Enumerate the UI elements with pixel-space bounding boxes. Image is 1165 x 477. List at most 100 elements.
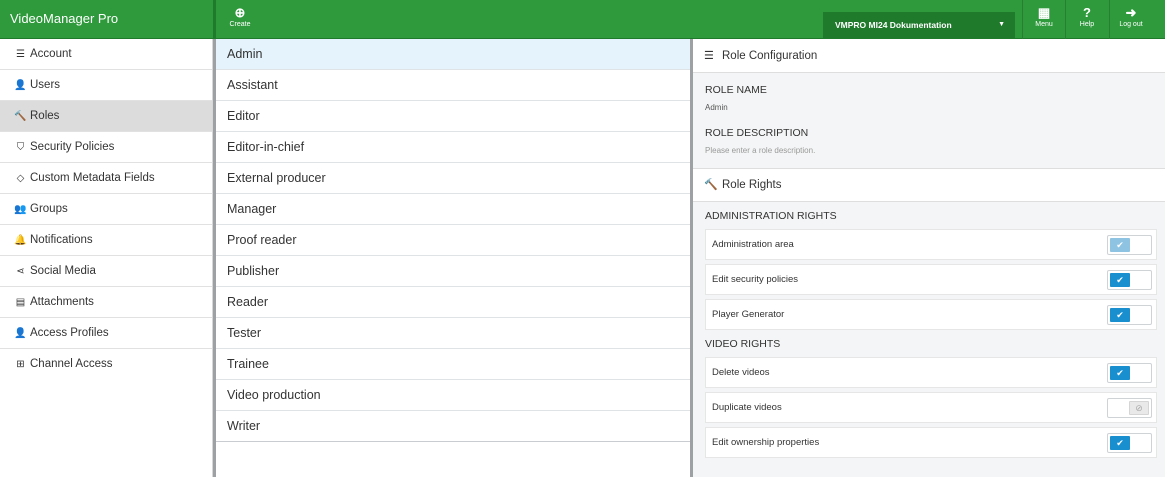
sidebar-item-custom-metadata-fields[interactable]: ◇ Custom Metadata Fields bbox=[0, 163, 212, 194]
sidebar-item-users[interactable]: 👤 Users bbox=[0, 70, 212, 101]
role-list-item[interactable]: External producer bbox=[216, 163, 690, 194]
role-list: Admin Assistant Editor Editor-in-chief E… bbox=[216, 39, 690, 477]
create-button[interactable]: ⊕ Create bbox=[228, 4, 252, 34]
video-rights-label: VIDEO RIGHTS bbox=[705, 338, 781, 350]
sidebar-item-label: Channel Access bbox=[30, 358, 113, 370]
sidebar-item-access-profiles[interactable]: 👤 Access Profiles bbox=[0, 318, 212, 349]
check-icon: ✔ bbox=[1110, 366, 1130, 380]
create-label: Create bbox=[229, 21, 251, 28]
settings-sidebar: ☰ Account 👤 Users 🔨 Roles ⛉ Security Policie… bbox=[0, 39, 213, 477]
gavel-icon: 🔨 bbox=[704, 179, 718, 191]
sidebar-item-groups[interactable]: 👥 Groups bbox=[0, 194, 212, 225]
toolbar-divider bbox=[1022, 0, 1023, 39]
caret-down-icon: ▼ bbox=[998, 21, 1005, 28]
sidebar-item-notifications[interactable]: 🔔 Notifications bbox=[0, 225, 212, 256]
logout-label: Log out bbox=[1119, 21, 1143, 28]
sidebar-item-label: Social Media bbox=[30, 265, 96, 277]
right-row-administration-area: Administration area ✔ bbox=[705, 229, 1157, 260]
role-name-label: ROLE NAME bbox=[705, 84, 767, 96]
right-label: Edit ownership properties bbox=[712, 437, 820, 448]
user-icon: 👤 bbox=[14, 80, 27, 91]
sidebar-item-label: Security Policies bbox=[30, 141, 115, 153]
role-list-item[interactable]: Reader bbox=[216, 287, 690, 318]
right-row-edit-security-policies: Edit security policies ✔ bbox=[705, 264, 1157, 295]
role-list-item[interactable]: Writer bbox=[216, 411, 690, 442]
panel-title: Role Configuration bbox=[722, 50, 818, 62]
check-icon: ✔ bbox=[1110, 238, 1130, 252]
sidebar-item-security-policies[interactable]: ⛉ Security Policies bbox=[0, 132, 212, 163]
right-row-player-generator: Player Generator ✔ bbox=[705, 299, 1157, 330]
sidebar-item-label: Account bbox=[30, 48, 72, 60]
administration-rights-label: ADMINISTRATION RIGHTS bbox=[705, 210, 837, 222]
bell-icon: 🔔 bbox=[14, 235, 27, 246]
sidebar-item-attachments[interactable]: ▤ Attachments bbox=[0, 287, 212, 318]
help-label: Help bbox=[1079, 21, 1095, 28]
role-list-item[interactable]: Admin bbox=[216, 39, 690, 70]
sidebar-item-label: Custom Metadata Fields bbox=[30, 172, 155, 184]
right-label: Edit security policies bbox=[712, 274, 799, 285]
player-generator-toggle[interactable]: ✔ bbox=[1107, 305, 1152, 325]
sidebar-item-label: Notifications bbox=[30, 234, 93, 246]
role-name-field[interactable]: Admin bbox=[693, 96, 1165, 112]
role-rights-header: 🔨 Role Rights bbox=[693, 168, 1165, 202]
share-icon: ⋖ bbox=[16, 266, 25, 277]
role-list-item[interactable]: Editor bbox=[216, 101, 690, 132]
help-button[interactable]: ? Help bbox=[1074, 4, 1100, 34]
check-icon: ✔ bbox=[1110, 436, 1130, 450]
sidebar-item-label: Attachments bbox=[30, 296, 94, 308]
menu-label: Menu bbox=[1035, 21, 1053, 28]
right-label: Duplicate videos bbox=[712, 402, 782, 413]
app-title: VideoManager Pro bbox=[10, 11, 119, 26]
right-label: Player Generator bbox=[712, 309, 785, 320]
sidebar-item-label: Groups bbox=[30, 203, 68, 215]
edit-ownership-properties-toggle[interactable]: ✔ bbox=[1107, 433, 1152, 453]
sidebar-item-account[interactable]: ☰ Account bbox=[0, 39, 212, 70]
role-list-item[interactable]: Video production bbox=[216, 380, 690, 411]
group-icon: 👥 bbox=[14, 204, 27, 215]
grid-icon: ▦ bbox=[1037, 5, 1051, 20]
sidebar-item-channel-access[interactable]: ⊞ Channel Access bbox=[0, 349, 212, 380]
channel-icon: ⊞ bbox=[16, 359, 25, 370]
administration-area-toggle[interactable]: ✔ bbox=[1107, 235, 1152, 255]
logout-button[interactable]: ➜ Log out bbox=[1118, 4, 1144, 34]
right-row-edit-ownership-properties: Edit ownership properties ✔ bbox=[705, 427, 1157, 458]
toolbar-divider bbox=[1065, 0, 1066, 39]
gavel-icon: 🔨 bbox=[14, 111, 27, 122]
sidebar-item-social-media[interactable]: ⋖ Social Media bbox=[0, 256, 212, 287]
role-list-item[interactable]: Publisher bbox=[216, 256, 690, 287]
workspace-name: VMPRO MI24 Dokumentation bbox=[835, 20, 952, 30]
ban-icon: ⊘ bbox=[1129, 401, 1149, 415]
workspace-selector[interactable]: VMPRO MI24 Dokumentation ▼ bbox=[823, 12, 1015, 38]
role-list-item[interactable]: Editor-in-chief bbox=[216, 132, 690, 163]
question-circle-icon: ? bbox=[1083, 5, 1091, 20]
role-list-item[interactable]: Assistant bbox=[216, 70, 690, 101]
section-title: Role Rights bbox=[722, 179, 782, 191]
sidebar-item-label: Access Profiles bbox=[30, 327, 109, 339]
check-icon: ✔ bbox=[1110, 308, 1130, 322]
role-description-label: ROLE DESCRIPTION bbox=[705, 127, 809, 139]
sidebar-item-label: Users bbox=[30, 79, 61, 91]
brand-divider bbox=[213, 0, 216, 39]
access-profile-icon: 👤 bbox=[14, 328, 27, 339]
menu-button[interactable]: ▦ Menu bbox=[1031, 4, 1057, 34]
shield-icon: ⛉ bbox=[16, 142, 25, 153]
delete-videos-toggle[interactable]: ✔ bbox=[1107, 363, 1152, 383]
right-row-delete-videos: Delete videos ✔ bbox=[705, 357, 1157, 388]
toolbar-divider bbox=[1109, 0, 1110, 39]
plus-circle-icon: ⊕ bbox=[234, 5, 246, 20]
role-description-field[interactable]: Please enter a role description. bbox=[693, 139, 1165, 155]
role-list-item[interactable]: Proof reader bbox=[216, 225, 690, 256]
edit-security-policies-toggle[interactable]: ✔ bbox=[1107, 270, 1152, 290]
file-icon: ▤ bbox=[15, 297, 26, 308]
role-configuration-panel: ☰ Role Configuration ROLE NAME Admin ROLE… bbox=[693, 39, 1165, 477]
role-list-item[interactable]: Tester bbox=[216, 318, 690, 349]
check-icon: ✔ bbox=[1110, 273, 1130, 287]
list-icon: ☰ bbox=[704, 50, 714, 62]
duplicate-videos-toggle[interactable]: ⊘ bbox=[1107, 398, 1152, 418]
account-icon: ☰ bbox=[16, 49, 25, 60]
role-list-item[interactable]: Manager bbox=[216, 194, 690, 225]
role-list-item[interactable]: Trainee bbox=[216, 349, 690, 380]
right-label: Delete videos bbox=[712, 367, 770, 378]
sidebar-item-roles[interactable]: 🔨 Roles bbox=[0, 101, 212, 132]
sidebar-item-label: Roles bbox=[30, 110, 60, 122]
